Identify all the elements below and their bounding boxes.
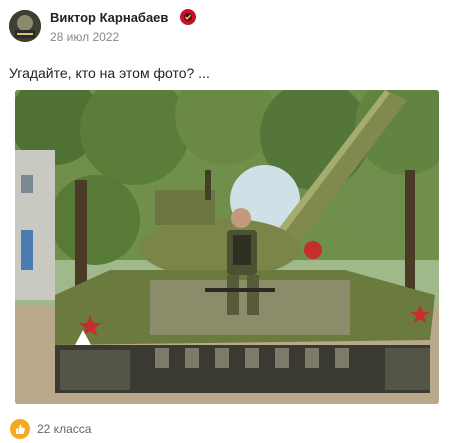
likes-bar[interactable]: 22 класса bbox=[10, 418, 91, 440]
tank-photo-image bbox=[15, 90, 439, 404]
post-text[interactable]: Угадайте, кто на этом фото? ... bbox=[9, 65, 210, 81]
author-avatar[interactable] bbox=[9, 10, 41, 42]
likes-count[interactable]: 22 класса bbox=[37, 422, 91, 436]
thumbs-up-icon[interactable] bbox=[10, 419, 30, 439]
post-date[interactable]: 28 июл 2022 bbox=[50, 30, 119, 44]
verified-badge-icon bbox=[180, 9, 196, 25]
feed-post: Виктор Карнабаев 28 июл 2022 Угадайте, к… bbox=[0, 0, 461, 443]
post-photo[interactable] bbox=[15, 90, 439, 404]
author-name[interactable]: Виктор Карнабаев bbox=[50, 10, 168, 25]
